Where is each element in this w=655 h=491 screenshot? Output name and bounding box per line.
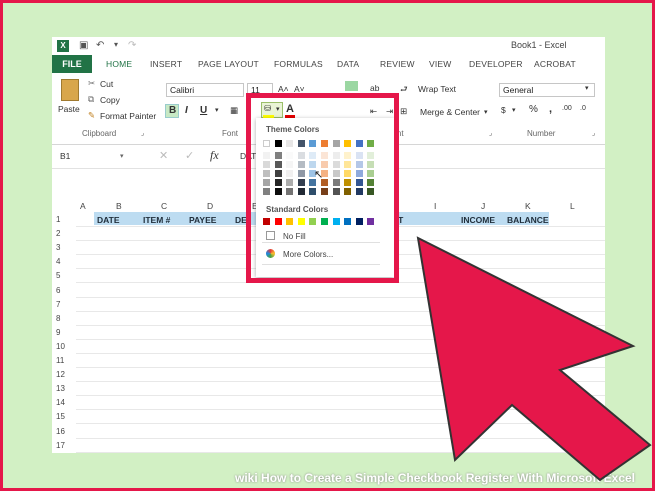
pointer-arrow-icon: [416, 236, 652, 482]
